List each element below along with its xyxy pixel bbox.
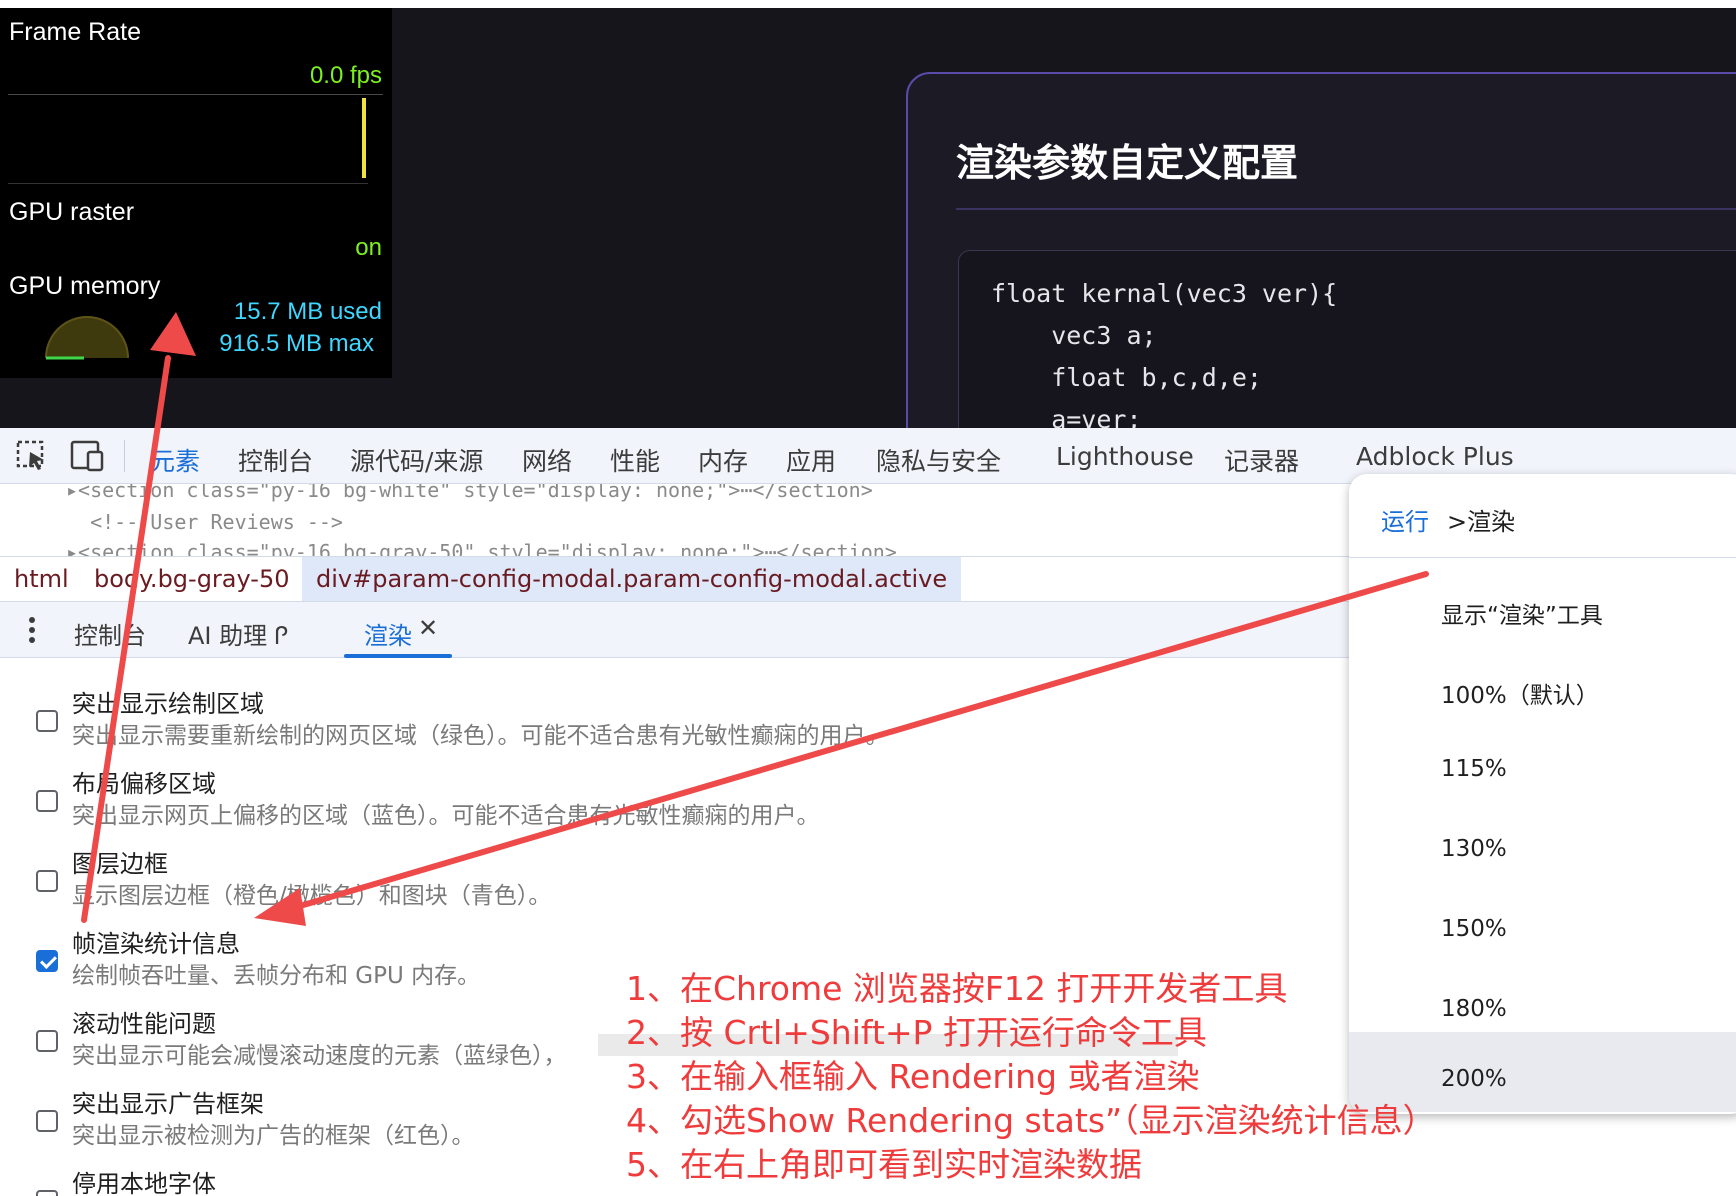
tab-adblock-plus[interactable]: Adblock Plus: [1356, 442, 1514, 471]
tab-lighthouse[interactable]: Lighthouse: [1056, 442, 1194, 471]
command-item-label: 150%: [1441, 916, 1507, 942]
dom-node[interactable]: ▸<section class="py-16 bg-gray-50" style…: [66, 540, 897, 556]
option-title: 停用本地字体: [72, 1170, 216, 1196]
drawer-tab-rendering[interactable]: 渲染: [364, 616, 412, 651]
devtools-tool-icons: [16, 440, 104, 472]
tab-privacy-security[interactable]: 隐私与安全: [876, 442, 1001, 478]
fps-divider: [8, 94, 383, 95]
option-paint-flashing[interactable]: 突出显示绘制区域 突出显示需要重新绘制的网页区域（绿色）。可能不适合患有光敏性癫…: [0, 684, 1350, 764]
option-layer-borders[interactable]: 图层边框 显示图层边框（橙色/橄榄色）和图块（青色）。: [0, 844, 1350, 924]
command-item-zoom-130[interactable]: 130%: [1349, 810, 1736, 890]
option-title: 突出显示绘制区域: [72, 690, 264, 718]
gpu-memory-gauge: [45, 316, 129, 360]
tab-application[interactable]: 应用: [786, 442, 836, 478]
command-input-row[interactable]: 运行 >渲染: [1349, 474, 1736, 558]
checkbox[interactable]: [36, 1030, 58, 1052]
modal-divider: [956, 208, 1736, 210]
option-desc: 显示图层边框（橙色/橄榄色）和图块（青色）。: [72, 883, 552, 909]
command-input[interactable]: >渲染: [1447, 502, 1515, 537]
annotation-step: 1、在Chrome 浏览器按F12 打开开发者工具: [626, 969, 1288, 1008]
gpu-raster-value: on: [355, 234, 382, 261]
checkbox[interactable]: [36, 870, 58, 892]
drawer-tab-console[interactable]: 控制台: [74, 616, 146, 651]
command-run-label: 运行: [1381, 508, 1429, 536]
tab-console[interactable]: 控制台: [238, 442, 313, 478]
fps-meter-overlay: Frame Rate 0.0 fps GPU raster on GPU mem…: [0, 8, 392, 378]
tab-separator: [124, 440, 125, 472]
breadcrumb-html[interactable]: html: [14, 565, 69, 593]
checkbox[interactable]: [36, 790, 58, 812]
top-strip: [0, 0, 1736, 8]
option-desc: 突出显示被检测为广告的框架（红色）。: [72, 1123, 475, 1149]
command-item-zoom-100[interactable]: 100%（默认）: [1349, 650, 1736, 730]
param-config-modal: 渲染参数自定义配置 float kernal(vec3 ver){ vec3 a…: [906, 72, 1736, 428]
checkbox[interactable]: [36, 710, 58, 732]
command-item-label: 100%（默认）: [1441, 683, 1599, 709]
command-item-label: 200%: [1441, 1066, 1507, 1092]
command-item-show-rendering[interactable]: 显示“渲染”工具: [1349, 570, 1736, 650]
frame-rate-label: Frame Rate: [9, 18, 141, 46]
breadcrumb-body[interactable]: body.bg-gray-50: [94, 565, 289, 593]
option-title: 突出显示广告框架: [72, 1090, 264, 1118]
page-viewport: Frame Rate 0.0 fps GPU raster on GPU mem…: [0, 0, 1736, 428]
more-options-icon[interactable]: [24, 616, 40, 644]
command-item-zoom-115[interactable]: 115%: [1349, 730, 1736, 810]
tab-recorder[interactable]: 记录器: [1224, 442, 1299, 478]
option-title: 滚动性能问题: [72, 1010, 216, 1038]
annotation-step: 3、在输入框输入 Rendering 或者渲染: [626, 1057, 1200, 1096]
inspect-icon[interactable]: [16, 440, 44, 470]
command-item-zoom-150[interactable]: 150%: [1349, 890, 1736, 970]
command-item-label: 180%: [1441, 996, 1507, 1022]
frame-rate-bar: [362, 98, 366, 178]
checkbox[interactable]: [36, 1190, 58, 1196]
code-line: a=ver;: [991, 405, 1142, 428]
option-desc: 突出显示需要重新绘制的网页区域（绿色）。可能不适合患有光敏性癫痫的用户。: [72, 723, 889, 749]
gpu-memory-max: 916.5 MB max: [219, 330, 374, 357]
device-toolbar-icon[interactable]: [70, 440, 104, 472]
gpu-raster-label: GPU raster: [9, 198, 135, 226]
option-layout-shift-regions[interactable]: 布局偏移区域 突出显示网页上偏移的区域（蓝色）。可能不适合患有光敏性癫痫的用户。: [0, 764, 1350, 844]
gpu-memory-used: 15.7 MB used: [233, 298, 382, 325]
breadcrumb-modal-div[interactable]: div#param-config-modal.param-config-moda…: [302, 557, 962, 601]
close-icon[interactable]: ✕: [418, 614, 438, 642]
tab-sources[interactable]: 源代码/来源: [350, 442, 483, 478]
dom-node[interactable]: ▸<section class="py-16 bg-white" style="…: [66, 484, 873, 502]
command-item-label: 130%: [1441, 836, 1507, 862]
frame-rate-graph: [8, 98, 368, 184]
dom-node[interactable]: <!-- User Reviews -->: [66, 510, 343, 534]
code-line: vec3 a;: [991, 321, 1157, 350]
option-desc: 突出显示网页上偏移的区域（蓝色）。可能不适合患有光敏性癫痫的用户。: [72, 803, 820, 829]
command-menu: 运行 >渲染 显示“渲染”工具 100%（默认） 115% 130% 150% …: [1349, 474, 1736, 1114]
option-desc: 绘制帧吞吐量、丢帧分布和 GPU 内存。: [72, 963, 481, 989]
annotation-step: 5、在右上角即可看到实时渲染数据: [626, 1145, 1142, 1184]
option-title: 布局偏移区域: [72, 770, 216, 798]
code-line: float b,c,d,e;: [991, 363, 1262, 392]
frame-rate-value: 0.0 fps: [309, 62, 382, 89]
gpu-memory-label: GPU memory: [9, 272, 161, 300]
annotation-step: 4、勾选Show Rendering stats”（显示渲染统计信息）: [626, 1101, 1436, 1140]
command-item-label: 显示“渲染”工具: [1441, 603, 1603, 629]
annotation-step: 2、按 Crtl+Shift+P 打开运行命令工具: [626, 1013, 1207, 1052]
tab-memory[interactable]: 内存: [698, 442, 748, 478]
option-title: 帧渲染统计信息: [72, 930, 240, 958]
option-title: 图层边框: [72, 850, 168, 878]
command-item-label: 115%: [1441, 756, 1507, 782]
checkbox-checked[interactable]: [36, 950, 58, 972]
code-block: float kernal(vec3 ver){ vec3 a; float b,…: [958, 250, 1736, 428]
drawer-tab-ai-assistant[interactable]: AI 助理 Ꮅ: [188, 616, 288, 651]
modal-title: 渲染参数自定义配置: [956, 141, 1299, 185]
tab-performance[interactable]: 性能: [610, 442, 660, 478]
option-desc: 突出显示可能会减慢滚动速度的元素（蓝绿色），: [72, 1043, 567, 1069]
tab-elements[interactable]: 元素: [150, 442, 200, 478]
code-line: float kernal(vec3 ver){: [991, 279, 1338, 308]
tab-network[interactable]: 网络: [522, 442, 572, 478]
checkbox[interactable]: [36, 1110, 58, 1132]
